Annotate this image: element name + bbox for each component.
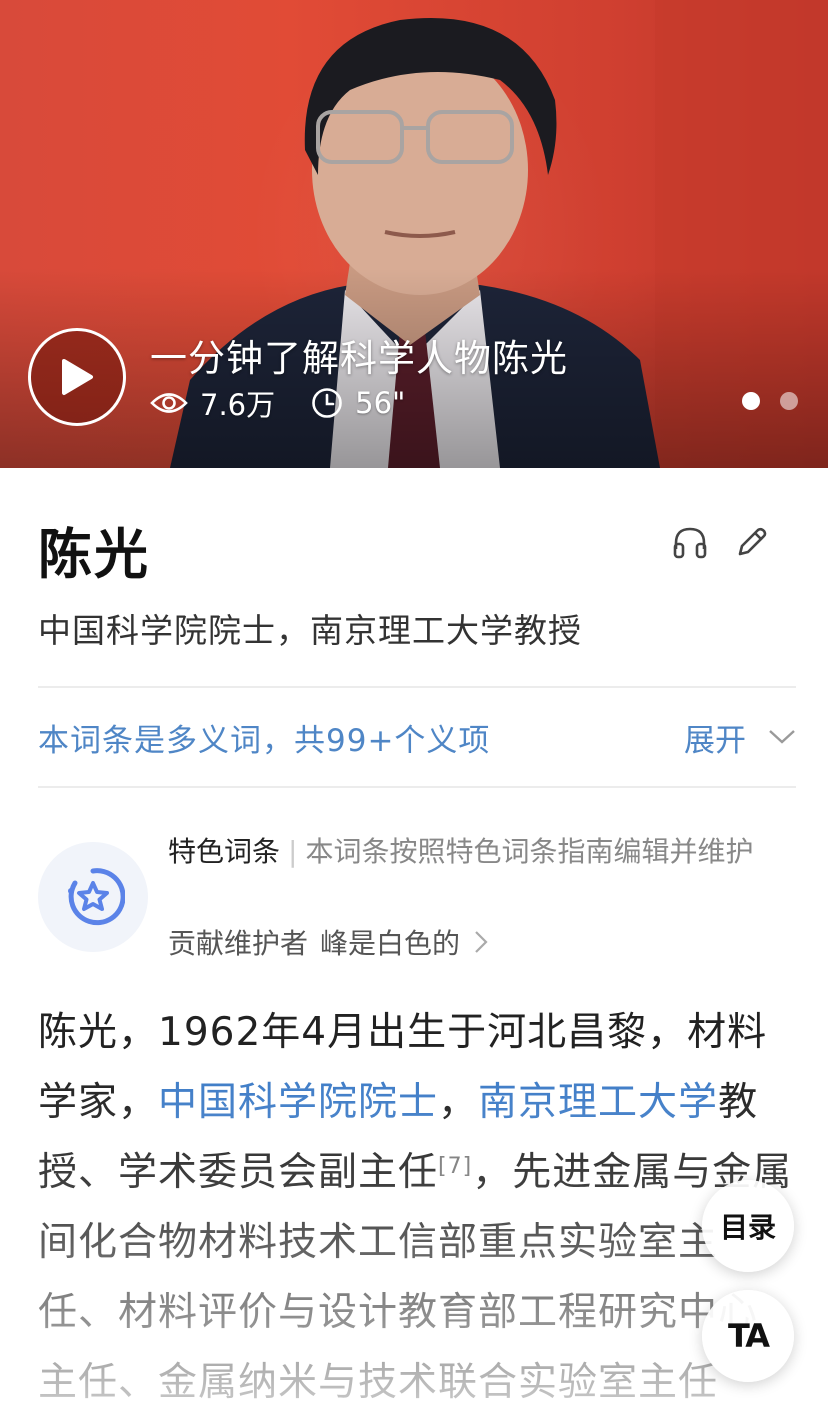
featured-badge [38, 842, 148, 952]
contributor-link[interactable]: 贡献维护者 峰是白色的 [168, 922, 488, 962]
entry-title: 陈光 [38, 523, 150, 586]
expand-label: 展开 [684, 722, 746, 759]
polysemy-text[interactable]: 本词条是多义词，共99+个义项 [38, 715, 490, 760]
carousel-indicator [722, 392, 798, 410]
duration: 56" [311, 386, 405, 420]
edit-button[interactable] [732, 522, 772, 562]
hero-video-banner[interactable]: 一分钟了解科学人物陈光 7.6万 56" [0, 0, 828, 468]
duration-text: 56" [355, 386, 406, 420]
listen-button[interactable] [670, 522, 710, 562]
view-count-text: 7.6万 [200, 388, 276, 422]
reference-marker[interactable]: [7] [438, 1154, 472, 1179]
pencil-icon [738, 527, 767, 556]
carousel-dot[interactable] [780, 392, 798, 410]
chevron-right-icon [475, 931, 488, 953]
headphones-icon [673, 527, 707, 559]
video-meta: 7.6万 56" [150, 382, 441, 424]
contributor-name: 峰是白色的 [320, 927, 461, 960]
chevron-down-icon [769, 730, 795, 744]
play-icon [62, 359, 93, 395]
play-button[interactable] [28, 328, 126, 426]
carousel-dot-active[interactable] [742, 392, 760, 410]
expand-button[interactable]: 展开 [684, 715, 796, 760]
contributor-prefix: 贡献维护者 [168, 927, 309, 960]
entry-summary: 陈光，1962年4月出生于河北昌黎，材料学家，中国科学院院士，南京理工大学教授、… [38, 998, 794, 1404]
divider [38, 786, 796, 788]
entry-subtitle: 中国科学院院士，南京理工大学教授 [38, 611, 582, 650]
view-count: 7.6万 [150, 382, 275, 424]
polysemy-row[interactable]: 本词条是多义词，共99+个义项 展开 [38, 688, 796, 786]
link-njust[interactable]: 南京理工大学 [478, 1080, 718, 1125]
eye-icon [150, 393, 188, 413]
ta-button[interactable]: TA [702, 1290, 794, 1382]
clock-icon [312, 388, 342, 418]
separator: | [288, 835, 298, 868]
featured-description: 本词条按照特色词条指南编辑并维护 [305, 835, 754, 868]
video-title: 一分钟了解科学人物陈光 [150, 337, 568, 380]
link-cas-academician[interactable]: 中国科学院院士 [158, 1080, 438, 1125]
featured-star-icon [68, 868, 125, 926]
table-of-contents-button[interactable]: 目录 [702, 1180, 794, 1272]
featured-label: 特色词条 [168, 835, 281, 868]
featured-info: 特色词条 | 本词条按照特色词条指南编辑并维护 [168, 830, 788, 874]
summary-text: ， [438, 1080, 479, 1125]
